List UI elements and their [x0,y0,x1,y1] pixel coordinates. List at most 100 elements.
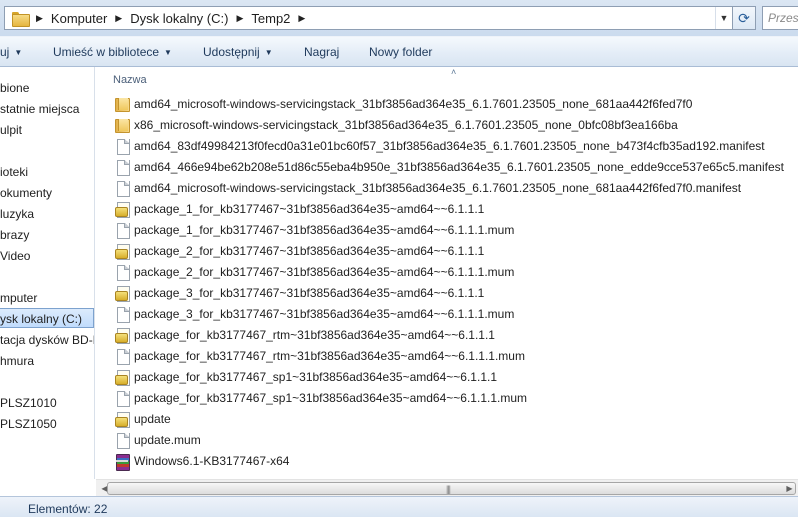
nav-item-bd-drive[interactable]: tacja dysków BD-R [0,333,94,347]
burn-button[interactable]: Nagraj [304,45,339,59]
file-name: package_2_for_kb3177467~31bf3856ad364e35… [134,265,515,279]
scrollbar-thumb[interactable]: ||| [107,482,796,495]
nav-item-cloud[interactable]: hmura [0,354,34,368]
refresh-button[interactable]: ⟳ [733,6,756,30]
file-name: amd64_microsoft-windows-servicingstack_3… [134,97,693,111]
file-list[interactable]: ˄ Nazwa amd64_microsoft-windows-servicin… [96,67,798,479]
breadcrumb-arrow-icon[interactable]: ▶ [115,13,122,24]
nav-item-local-disk[interactable]: ysk lokalny (C:) [0,312,82,326]
file-row[interactable]: package_for_kb3177467_rtm~31bf3856ad364e… [114,325,495,345]
file-name: package_3_for_kb3177467~31bf3856ad364e35… [134,286,485,300]
nav-item-documents[interactable]: okumenty [0,186,52,200]
refresh-icon: ⟳ [738,9,750,26]
file-name: package_for_kb3177467_rtm~31bf3856ad364e… [134,328,495,342]
file-row[interactable]: package_2_for_kb3177467~31bf3856ad364e35… [114,241,484,261]
file-icon [114,222,130,239]
breadcrumb-arrow-icon[interactable]: ▶ [236,13,243,24]
share-button[interactable]: Udostępnij ▼ [203,45,273,59]
file-name: package_3_for_kb3177467~31bf3856ad364e35… [134,307,515,321]
file-icon [114,264,130,281]
file-icon [114,180,130,197]
file-name: package_1_for_kb3177467~31bf3856ad364e35… [134,223,515,237]
breadcrumb-arrow-icon[interactable]: ▶ [298,13,305,24]
file-name: package_for_kb3177467_rtm~31bf3856ad364e… [134,349,525,363]
file-row[interactable]: amd64_microsoft-windows-servicingstack_3… [114,94,692,114]
catalog-icon [114,285,130,302]
breadcrumb-computer[interactable]: Komputer [51,11,107,26]
horizontal-scrollbar[interactable]: ◀ ||| ▶ [96,479,798,496]
item-count: Elementów: 22 [28,502,108,516]
file-row[interactable]: package_1_for_kb3177467~31bf3856ad364e35… [114,220,514,240]
nav-item-computer[interactable]: mputer [0,291,37,305]
file-name: package_2_for_kb3177467~31bf3856ad364e35… [134,244,485,258]
nav-item-pictures[interactable]: brazy [0,228,29,242]
nav-item-videos[interactable]: Video [0,249,30,263]
file-name: update [134,412,171,426]
status-bar: Elementów: 22 [0,496,798,517]
nav-item-favorites[interactable]: bione [0,81,29,95]
nav-item-desktop[interactable]: ulpit [0,123,22,137]
column-header-name[interactable]: Nazwa [113,74,147,86]
chevron-down-icon: ▼ [264,48,273,57]
catalog-icon [114,243,130,260]
grip-icon: ||| [446,484,451,494]
file-row[interactable]: package_for_kb3177467_rtm~31bf3856ad364e… [114,346,525,366]
chevron-down-icon: ▼ [14,48,23,57]
chevron-down-icon: ▼ [164,48,172,57]
breadcrumb-temp2[interactable]: Temp2 [251,11,290,26]
archive-icon [114,453,130,471]
address-bar-row: ▶ Komputer ▶ Dysk lokalny (C:) ▶ Temp2 ▶… [0,0,798,36]
file-name: Windows6.1-KB3177467-x64 [134,454,290,468]
file-icon [114,138,130,155]
catalog-icon [114,411,130,428]
file-name: package_for_kb3177467_sp1~31bf3856ad364e… [134,370,497,384]
file-row[interactable]: update [114,409,171,429]
nav-item-libraries[interactable]: ioteki [0,165,28,179]
file-row[interactable]: package_3_for_kb3177467~31bf3856ad364e35… [114,283,484,303]
scroll-right-icon[interactable]: ▶ [781,481,798,496]
file-row[interactable]: Windows6.1-KB3177467-x64 [114,451,289,471]
file-icon [114,306,130,323]
include-in-library-button[interactable]: Umieść w bibliotece ▼ [53,45,172,59]
organize-button[interactable]: uj ▼ [0,45,22,59]
nav-item-recent[interactable]: statnie miejsca [0,102,79,116]
breadcrumb-local-disk[interactable]: Dysk lokalny (C:) [130,11,228,26]
nav-item-plsz1050[interactable]: PLSZ1050 [0,417,57,431]
file-row[interactable]: package_1_for_kb3177467~31bf3856ad364e35… [114,199,484,219]
nav-item-plsz1010[interactable]: PLSZ1010 [0,396,57,410]
file-icon [114,159,130,176]
file-name: package_for_kb3177467_sp1~31bf3856ad364e… [134,391,527,405]
file-row[interactable]: amd64_microsoft-windows-servicingstack_3… [114,178,741,198]
chevron-down-icon[interactable]: ▼ [715,7,732,29]
search-input[interactable]: Przes [762,6,798,30]
file-name: amd64_83df49984213f0fecd0a31e01bc60f57_3… [134,139,765,153]
file-name: amd64_microsoft-windows-servicingstack_3… [134,181,742,195]
folder-icon [114,117,130,133]
organize-label: uj [0,45,10,59]
file-name: amd64_466e94be62b208e51d86c55eba4b950e_3… [134,160,784,174]
file-row[interactable]: update.mum [114,430,201,450]
file-icon [114,432,130,449]
nav-item-music[interactable]: luzyka [0,207,34,221]
share-label: Udostępnij [203,45,260,59]
include-in-library-label: Umieść w bibliotece [53,45,160,59]
catalog-icon [114,201,130,218]
file-row[interactable]: amd64_83df49984213f0fecd0a31e01bc60f57_3… [114,136,765,156]
new-folder-button[interactable]: Nowy folder [369,45,432,59]
catalog-icon [114,327,130,344]
folder-icon [12,11,30,27]
file-name: update.mum [134,433,201,447]
file-name: package_1_for_kb3177467~31bf3856ad364e35… [134,202,485,216]
address-bar[interactable]: ▶ Komputer ▶ Dysk lokalny (C:) ▶ Temp2 ▶… [4,6,733,30]
file-row[interactable]: x86_microsoft-windows-servicingstack_31b… [114,115,678,135]
file-row[interactable]: package_3_for_kb3177467~31bf3856ad364e35… [114,304,514,324]
breadcrumb-arrow-icon[interactable]: ▶ [36,13,43,24]
file-row[interactable]: amd64_466e94be62b208e51d86c55eba4b950e_3… [114,157,784,177]
file-row[interactable]: package_2_for_kb3177467~31bf3856ad364e35… [114,262,514,282]
catalog-icon [114,369,130,386]
file-row[interactable]: package_for_kb3177467_sp1~31bf3856ad364e… [114,367,497,387]
file-icon [114,348,130,365]
file-icon [114,390,130,407]
file-row[interactable]: package_for_kb3177467_sp1~31bf3856ad364e… [114,388,527,408]
navigation-pane[interactable]: bione statnie miejsca ulpit ioteki okume… [0,67,95,479]
